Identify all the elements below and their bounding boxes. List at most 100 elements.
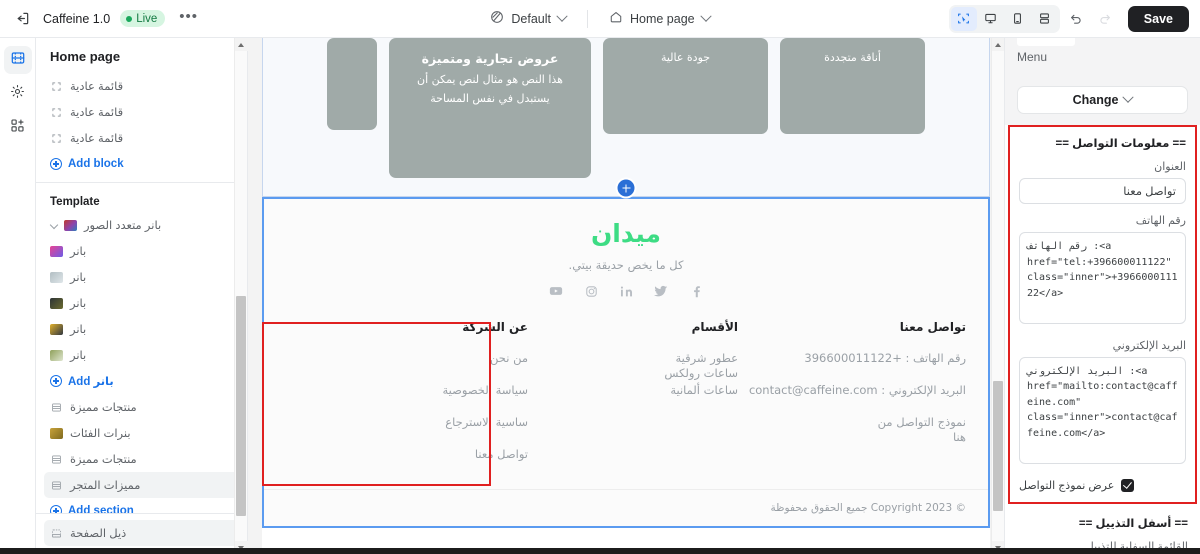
- list-item[interactable]: بانر: [44, 238, 239, 264]
- sidebar-scrollbar[interactable]: [234, 38, 248, 554]
- layout-sections-icon: [10, 50, 26, 71]
- footer-sections-extra-link-wrap: ساعات رولكس: [664, 362, 738, 381]
- title-input[interactable]: [1019, 178, 1186, 204]
- add-banner-button[interactable]: Add بانر: [44, 368, 239, 394]
- section-icon: [50, 479, 63, 492]
- show-contact-form-checkbox[interactable]: [1121, 478, 1135, 492]
- section-settings-panel: Menu Change == معلومات التواصل == العنوا…: [1004, 38, 1200, 554]
- add-block-label: Add block: [68, 158, 124, 170]
- linkedin-icon[interactable]: [619, 284, 633, 298]
- phone-html-input[interactable]: رقم الهاتف :<a href="tel:+396600011122" …: [1019, 232, 1186, 324]
- list-item[interactable]: قائمة عادية: [44, 125, 239, 151]
- list-item[interactable]: بنرات الفئات: [44, 420, 239, 446]
- phone-field-group: رقم الهاتف رقم الهاتف :<a href="tel:+396…: [1019, 214, 1186, 329]
- image-thumb-icon: [50, 349, 63, 362]
- desktop-view-button[interactable]: [978, 7, 1004, 31]
- list-item[interactable]: مميزات المتجر: [44, 472, 239, 498]
- palette-icon: [490, 10, 504, 27]
- canvas-stage: أناقة متجددة جودة عالية عروض تجارية ومتم…: [262, 38, 990, 554]
- twitter-icon[interactable]: [654, 284, 668, 298]
- footer-columns: تواصل معنا رقم الهاتف : +396600011122 ال…: [264, 298, 988, 479]
- scrollbar-thumb[interactable]: [993, 381, 1003, 511]
- image-thumb-icon: [50, 323, 63, 336]
- brackets-icon: [50, 106, 63, 119]
- list-item[interactable]: بانر: [44, 264, 239, 290]
- scrollbar-track[interactable]: [235, 51, 248, 541]
- builder-app: Caffeine 1.0 Live ••• Default Home page …: [0, 0, 1200, 554]
- footer-link[interactable]: ساعات رولكس: [664, 366, 738, 380]
- theme-label: Default: [511, 11, 551, 26]
- feature-cards-row: أناقة متجددة جودة عالية عروض تجارية ومتم…: [285, 38, 967, 178]
- top-toolbar: Caffeine 1.0 Live ••• Default Home page …: [0, 0, 1200, 38]
- exit-icon[interactable]: [11, 8, 33, 30]
- title-label: العنوان: [1154, 161, 1186, 173]
- sidebar-item-apps[interactable]: [4, 114, 32, 142]
- status-badge: Live: [120, 10, 166, 27]
- facebook-icon[interactable]: [689, 284, 703, 298]
- left-icon-rail: [0, 38, 36, 554]
- sidebar-section-label: منتجات مميزة: [70, 454, 137, 466]
- select-tool-button[interactable]: [950, 6, 977, 31]
- scrollbar-thumb[interactable]: [236, 296, 246, 516]
- contact-form-link[interactable]: هنا: [738, 430, 966, 445]
- list-item[interactable]: بانر: [44, 342, 239, 368]
- placeholder-card[interactable]: جودة عالية: [603, 38, 768, 134]
- add-block-button[interactable]: Add block: [44, 151, 239, 177]
- add-section-inline-button[interactable]: [617, 179, 635, 197]
- page-canvas: أناقة متجددة جودة عالية عروض تجارية ومتم…: [248, 38, 1004, 554]
- sidebar-item-settings[interactable]: [4, 80, 32, 108]
- theme-selector[interactable]: Default: [481, 5, 575, 32]
- scrollbar-track[interactable]: [992, 51, 1005, 541]
- show-contact-form-row[interactable]: عرض نموذج التواصل: [1019, 478, 1186, 492]
- list-item[interactable]: قائمة عادية: [44, 73, 239, 99]
- canvas-section-features[interactable]: أناقة متجددة جودة عالية عروض تجارية ومتم…: [262, 38, 990, 197]
- footer-link[interactable]: ساعات ألمانية: [528, 383, 738, 398]
- more-options-button[interactable]: •••: [175, 9, 202, 26]
- undo-button[interactable]: [1063, 7, 1089, 31]
- gear-icon: [10, 84, 25, 104]
- change-button-wrap: Change: [1005, 86, 1200, 125]
- split-view-button[interactable]: [1032, 7, 1058, 31]
- sidebar-item-sections[interactable]: [3, 46, 32, 74]
- canvas-section-footer[interactable]: ميدان كل ما يخص حديقة بيتي. تواصل معنا ر…: [262, 197, 990, 528]
- contact-info-heading: == معلومات التواصل ==: [1055, 138, 1186, 150]
- canvas-scrollbar[interactable]: [991, 38, 1004, 554]
- change-button[interactable]: Change: [1017, 86, 1188, 114]
- list-item[interactable]: منتجات مميزة: [44, 394, 239, 420]
- sidebar-title: Home page: [50, 49, 121, 64]
- card-title: عروض تجارية ومتميزة: [421, 51, 559, 66]
- sidebar-section-label: منتجات مميزة: [70, 402, 137, 414]
- footer-bottom-heading: == أسفل التذييل ==: [1078, 517, 1188, 530]
- app-body: Home page قائمة عادية قائمة عادية قائمة …: [0, 38, 1200, 554]
- footer-link[interactable]: من نحن: [353, 351, 528, 366]
- youtube-icon[interactable]: [549, 284, 563, 298]
- save-button[interactable]: Save: [1127, 5, 1189, 32]
- placeholder-card[interactable]: عروض تجارية ومتميزة هذا النص هو مثال لنص…: [389, 38, 591, 178]
- mobile-view-button[interactable]: [1005, 7, 1031, 31]
- footer-bottom-settings-group: == أسفل التذييل == القائمة السفلية للتذي…: [1005, 504, 1200, 554]
- list-item[interactable]: بانر: [44, 316, 239, 342]
- placeholder-card[interactable]: أناقة متجددة: [780, 38, 925, 134]
- footer-link[interactable]: سياسة الخصوصية: [353, 383, 528, 398]
- scroll-up-arrow[interactable]: [234, 38, 248, 51]
- sidebar-banner-label: بانر: [70, 272, 87, 284]
- add-section-button[interactable]: Add section: [44, 498, 239, 513]
- instagram-icon[interactable]: [584, 284, 598, 298]
- list-item[interactable]: قائمة عادية: [44, 99, 239, 125]
- redo-button[interactable]: [1092, 7, 1118, 31]
- footer-link[interactable]: ساسية الاسترجاع: [353, 415, 528, 430]
- chevron-down-icon[interactable]: [49, 220, 59, 230]
- sidebar-template-list: بانر متعدد الصور بانر بانر بانر بانر بان…: [36, 212, 247, 513]
- sidebar-item-page-footer[interactable]: ذيل الصفحة: [44, 520, 239, 546]
- footer-link[interactable]: تواصل معنا: [353, 447, 528, 462]
- list-item[interactable]: بانر: [44, 290, 239, 316]
- placeholder-card[interactable]: [327, 38, 377, 130]
- list-item-banner-group[interactable]: بانر متعدد الصور: [44, 212, 239, 238]
- list-item[interactable]: منتجات مميزة: [44, 446, 239, 472]
- email-html-input[interactable]: البريد الإلكتروني :<a href="mailto:conta…: [1019, 356, 1186, 464]
- title-field-group: العنوان: [1019, 160, 1186, 204]
- footer-brand-logo: ميدان: [590, 219, 662, 248]
- scroll-up-arrow[interactable]: [991, 38, 1004, 51]
- page-selector[interactable]: Home page: [600, 5, 719, 32]
- sidebar-banner-label: بانر: [70, 246, 87, 258]
